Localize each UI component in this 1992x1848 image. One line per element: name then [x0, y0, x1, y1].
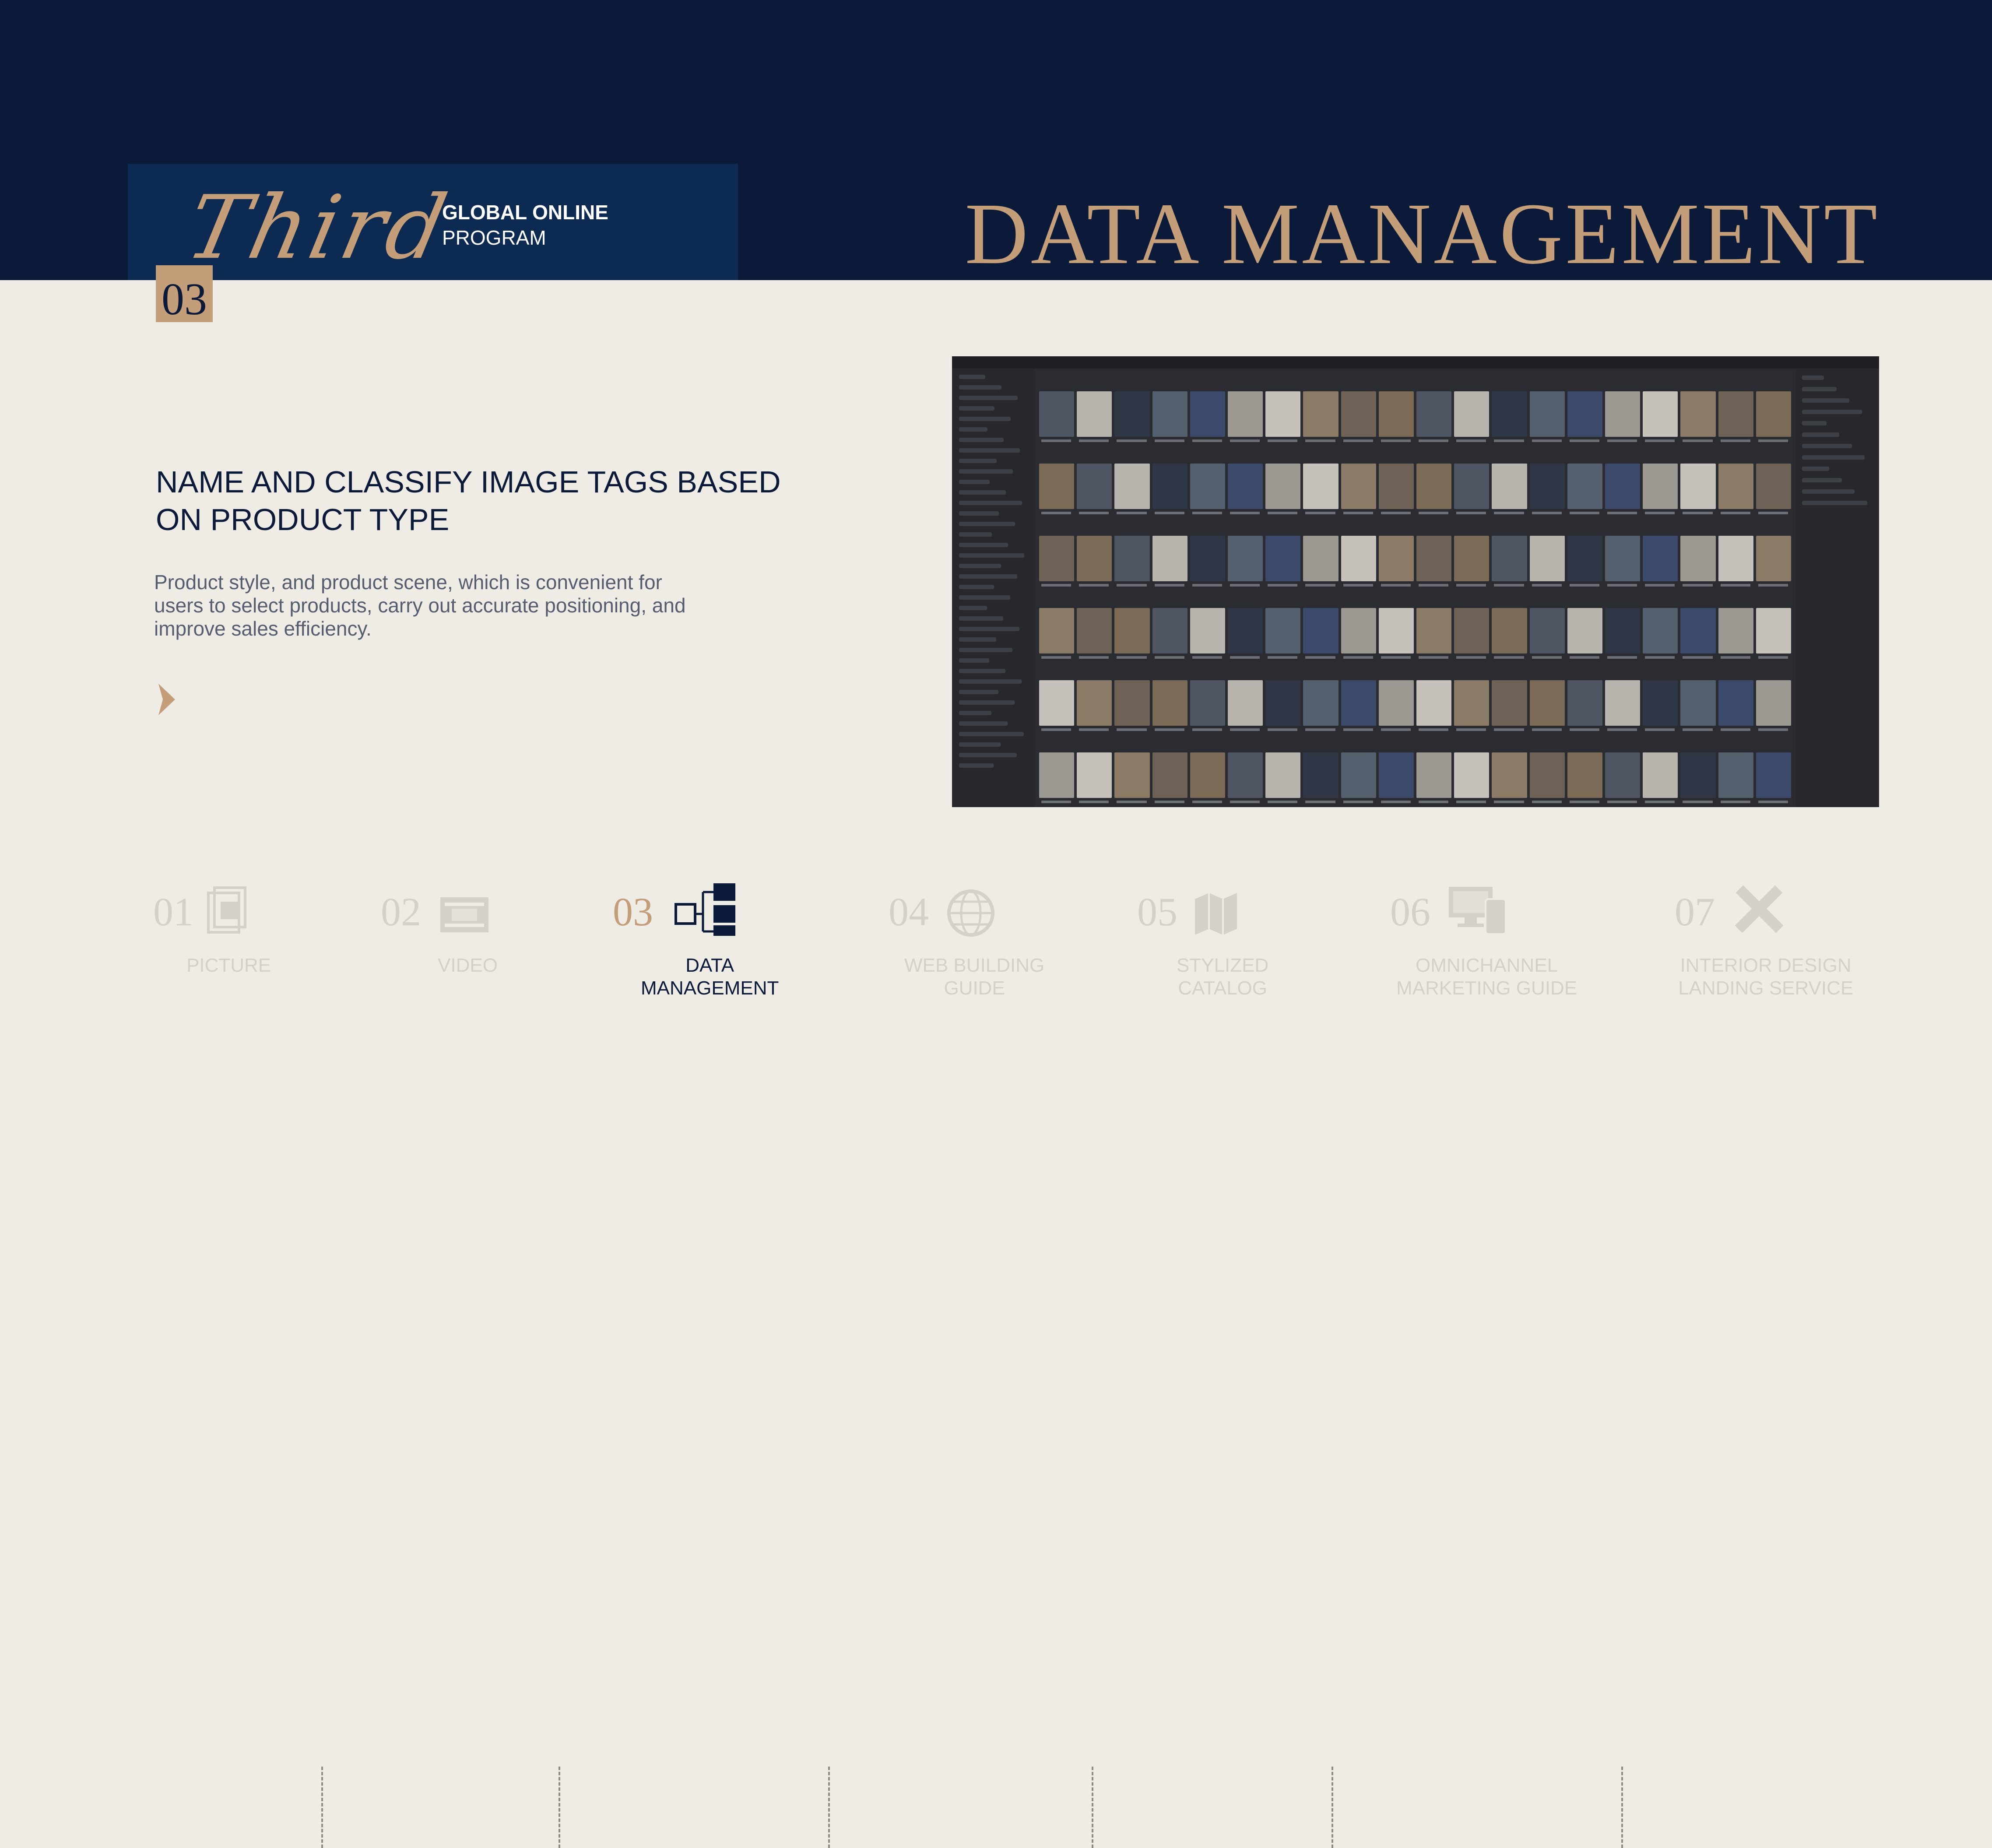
header-band: Third GLOBAL ONLINE PROGRAM DATA MANAGEM…	[0, 0, 1992, 282]
catalog-icon	[1195, 893, 1237, 935]
nav-item-web-building-guide[interactable]: 04 WEB BUILDING GUIDE	[889, 871, 1064, 1029]
nav-number: 01	[153, 889, 193, 934]
nav-label: OMNICHANNEL MARKETING GUIDE	[1396, 955, 1577, 999]
program-badge: Third GLOBAL ONLINE PROGRAM	[128, 164, 738, 280]
nav-number: 03	[613, 889, 653, 934]
section-heading: NAME AND CLASSIFY IMAGE TAGS BASED ON PR…	[156, 465, 781, 537]
nav-label: VIDEO	[438, 955, 498, 976]
nav-divider	[1092, 1767, 1093, 1848]
devices-icon	[1449, 887, 1507, 935]
nav-number: 07	[1675, 889, 1715, 934]
section-number-badge: 03	[156, 265, 213, 322]
globe-icon	[947, 889, 994, 937]
ruler-pencil-icon	[1735, 885, 1784, 933]
nav-divider	[1621, 1767, 1623, 1848]
nav-divider	[321, 1767, 323, 1848]
program-text: GLOBAL ONLINE PROGRAM	[442, 200, 608, 250]
section-nav: 01 PICTURE 02 VIDEO 03 DATA MANAGEMENT 0…	[0, 871, 1992, 1848]
program-line-1: GLOBAL ONLINE	[442, 201, 608, 224]
nav-item-omnichannel-marketing-guide[interactable]: 06 OMNICHANNEL MARKETING GUIDE	[1390, 871, 1577, 1029]
script-word: Third	[178, 177, 458, 279]
screenshot-inspector	[1796, 369, 1879, 807]
nav-divider	[828, 1767, 830, 1848]
picture-icon	[207, 886, 246, 934]
nav-number: 05	[1137, 889, 1177, 934]
screenshot-thumbnail-grid	[1038, 374, 1792, 807]
nav-number: 02	[381, 889, 421, 934]
nav-number: 04	[889, 889, 929, 934]
nav-divider	[1332, 1767, 1333, 1848]
nav-item-interior-design-landing-service[interactable]: 07 INTERIOR DESIGN LANDING SERVICE	[1675, 871, 1867, 1029]
nav-item-stylized-catalog[interactable]: 05 STYLIZED CATALOG	[1137, 871, 1277, 1029]
page-title: DATA MANAGEMENT	[965, 186, 1880, 282]
screenshot-sidebar	[952, 369, 1035, 807]
nav-item-video[interactable]: 02 VIDEO	[381, 871, 521, 1029]
nav-label: INTERIOR DESIGN LANDING SERVICE	[1678, 955, 1854, 999]
data-management-screenshot	[952, 356, 1879, 807]
nav-number: 06	[1390, 889, 1430, 934]
nav-item-data-management[interactable]: 03 DATA MANAGEMENT	[613, 871, 779, 1029]
nav-label: DATA MANAGEMENT	[641, 955, 779, 999]
arrow-icon	[158, 684, 175, 715]
data-management-icon	[675, 883, 735, 936]
program-line-2: PROGRAM	[442, 226, 546, 249]
video-icon	[440, 897, 488, 932]
nav-label: WEB BUILDING GUIDE	[904, 955, 1045, 999]
nav-label: PICTURE	[186, 955, 271, 976]
screenshot-toolbar	[952, 356, 1879, 369]
nav-item-picture[interactable]: 01 PICTURE	[153, 871, 293, 1029]
section-description: Product style, and product scene, which …	[154, 571, 686, 640]
nav-label: STYLIZED CATALOG	[1177, 955, 1269, 999]
nav-divider	[559, 1767, 560, 1848]
